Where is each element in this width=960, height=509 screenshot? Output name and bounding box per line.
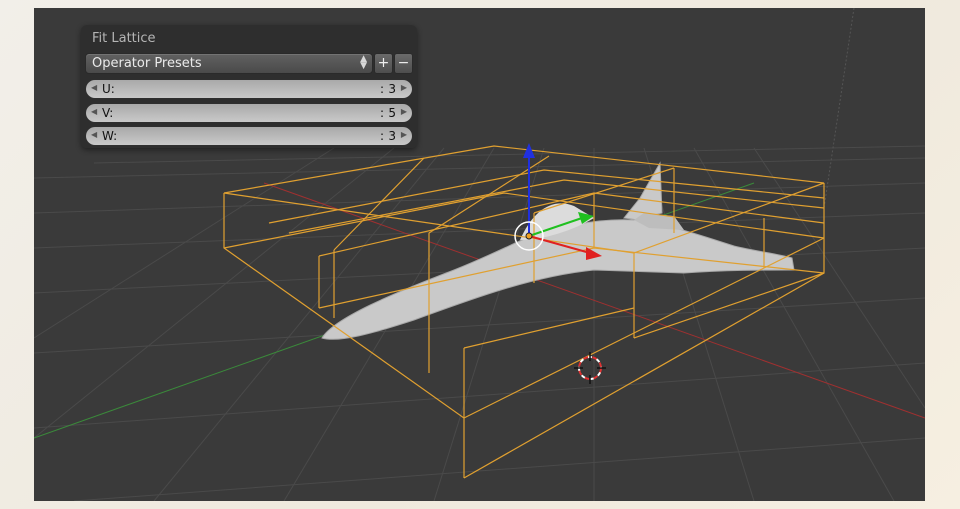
increment-arrow-icon[interactable]: ▶ <box>401 107 407 116</box>
increment-arrow-icon[interactable]: ▶ <box>401 130 407 139</box>
panel-title: Fit Lattice <box>92 31 156 46</box>
field-colon: : <box>379 106 384 120</box>
operator-presets-dropdown[interactable]: Operator Presets ▲ ▼ <box>85 53 373 74</box>
updown-arrows-icon: ▲ ▼ <box>360 54 367 71</box>
field-value: 3 <box>388 129 396 143</box>
field-label: V: <box>102 106 114 120</box>
field-colon: : <box>379 129 384 143</box>
u-number-field[interactable]: ◀ U: : 3 ▶ <box>85 79 413 99</box>
floor-grid <box>34 145 925 501</box>
decrement-arrow-icon[interactable]: ◀ <box>91 83 97 92</box>
add-preset-button[interactable]: + <box>374 53 393 74</box>
field-label: U: <box>102 82 115 96</box>
field-value: 3 <box>388 82 396 96</box>
field-colon: : <box>379 82 384 96</box>
decrement-arrow-icon[interactable]: ◀ <box>91 107 97 116</box>
lattice-cage <box>223 145 825 479</box>
decrement-arrow-icon[interactable]: ◀ <box>91 130 97 139</box>
3d-cursor-icon <box>574 352 606 384</box>
preset-label: Operator Presets <box>92 56 202 71</box>
remove-preset-button[interactable]: − <box>394 53 413 74</box>
field-label: W: <box>102 129 118 143</box>
w-number-field[interactable]: ◀ W: : 3 ▶ <box>85 126 413 146</box>
increment-arrow-icon[interactable]: ▶ <box>401 83 407 92</box>
v-number-field[interactable]: ◀ V: : 5 ▶ <box>85 103 413 123</box>
redo-operator-panel: Fit Lattice Operator Presets ▲ ▼ + − ◀ U:… <box>81 25 417 148</box>
field-value: 5 <box>388 106 396 120</box>
presets-row: Operator Presets ▲ ▼ + − <box>85 53 413 75</box>
